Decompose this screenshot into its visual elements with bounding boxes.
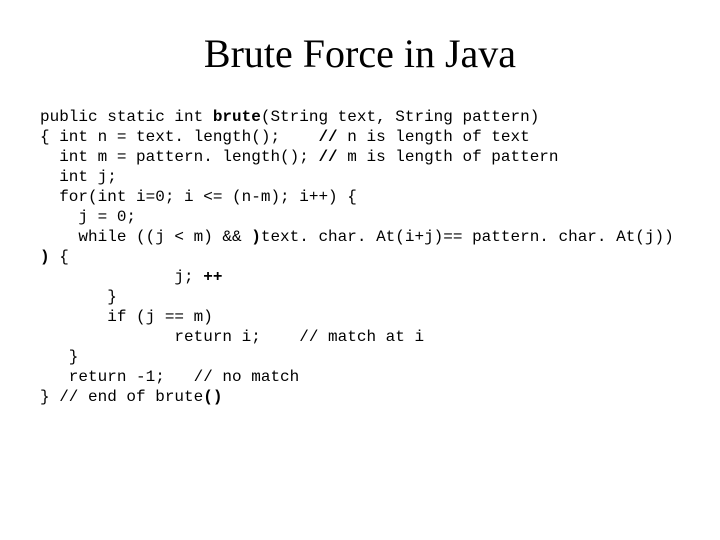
code-line-2: { int n = text. length(); // n is length… [40,128,530,146]
code-comment-slash: // [318,148,337,166]
code-line-14: return -1; // no match [40,368,299,386]
code-line-11: if (j == m) [40,308,213,326]
code-text: n is length of text [338,128,530,146]
code-text: (String text, String pattern) [261,108,539,126]
code-text: { int n = text. length(); [40,128,318,146]
slide: Brute Force in Java public static int br… [0,0,720,540]
code-line-5: for(int i=0; i <= (n-m); i++) { [40,188,357,206]
code-text: { [50,248,69,266]
code-text: public static int [40,108,213,126]
code-comment-slash: // [318,128,337,146]
code-line-8: ) { [40,248,69,266]
code-text: j; [40,268,203,286]
code-line-12: return i; // match at i [40,328,424,346]
code-line-9: j; ++ [40,268,222,286]
code-paren: () [203,388,222,406]
code-text: } // end of brute [40,388,203,406]
code-text: int m = pattern. length(); [40,148,318,166]
code-block: public static int brute(String text, Str… [40,107,720,407]
code-line-4: int j; [40,168,117,186]
code-line-7: while ((j < m) && )text. char. At(i+j)==… [40,228,674,246]
code-paren: ) [251,228,261,246]
code-text: while ((j < m) && [40,228,251,246]
code-line-13: } [40,348,78,366]
code-line-1: public static int brute(String text, Str… [40,108,539,126]
code-increment: ++ [203,268,222,286]
code-line-6: j = 0; [40,208,136,226]
slide-title: Brute Force in Java [0,30,720,77]
code-line-15: } // end of brute() [40,388,222,406]
code-line-10: } [40,288,117,306]
code-line-3: int m = pattern. length(); // m is lengt… [40,148,559,166]
code-text: text. char. At(i+j)== pattern. char. At(… [261,228,674,246]
code-text: m is length of pattern [338,148,559,166]
code-paren: ) [40,248,50,266]
code-keyword-brute: brute [213,108,261,126]
